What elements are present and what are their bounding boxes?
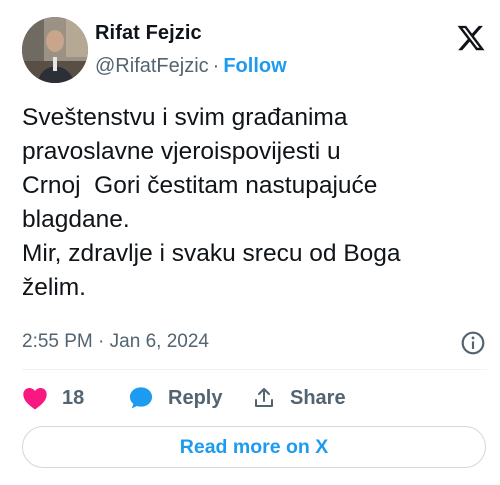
like-count: 18 [62,386,85,409]
tweet-date: Jan 6, 2024 [109,331,209,352]
tweet-time: 2:55 PM [22,331,93,352]
tweet-text-line: pravoslavne vjeroispovijesti u [22,138,341,165]
share-button[interactable]: Share [252,383,346,413]
separator-dot: · [98,331,105,352]
divider [22,369,487,370]
like-button[interactable]: 18 [22,383,84,413]
separator-dot: · [212,55,220,77]
share-label: Share [290,386,346,409]
author-name[interactable]: Rifat Fejzic [95,22,202,45]
info-icon[interactable] [460,330,486,356]
tweet-text-line: blagdane. [22,206,130,233]
tweet-text: Sveštenstvu i svim građanima pravoslavne… [22,101,492,305]
author-handle[interactable]: @RifatFejzic [95,55,209,77]
speech-bubble-icon [129,387,153,409]
author-handle-row: @RifatFejzic · Follow [95,54,287,78]
tweet-text-line: Crnoj Gori čestitam nastupajuće [22,172,378,199]
tweet-text-line: Sveštenstvu i svim građanima [22,104,348,131]
read-more-button[interactable]: Read more on X [22,426,486,468]
action-bar: 18 Reply Share [22,383,492,413]
tweet-embed-card: Rifat Fejzic @RifatFejzic · Follow Svešten… [0,0,500,485]
avatar[interactable] [22,17,88,83]
heart-icon [23,388,47,410]
x-logo-icon[interactable] [455,23,487,53]
tweet-text-line: želim. [22,274,86,301]
share-upload-icon [255,388,273,407]
reply-label: Reply [168,386,223,409]
reply-button[interactable]: Reply [128,383,222,413]
tweet-text-line: Mir, zdravlje i svaku srecu od Boga [22,240,401,267]
follow-button[interactable]: Follow [223,55,286,77]
timestamp[interactable]: 2:55 PM · Jan 6, 2024 [22,330,209,354]
